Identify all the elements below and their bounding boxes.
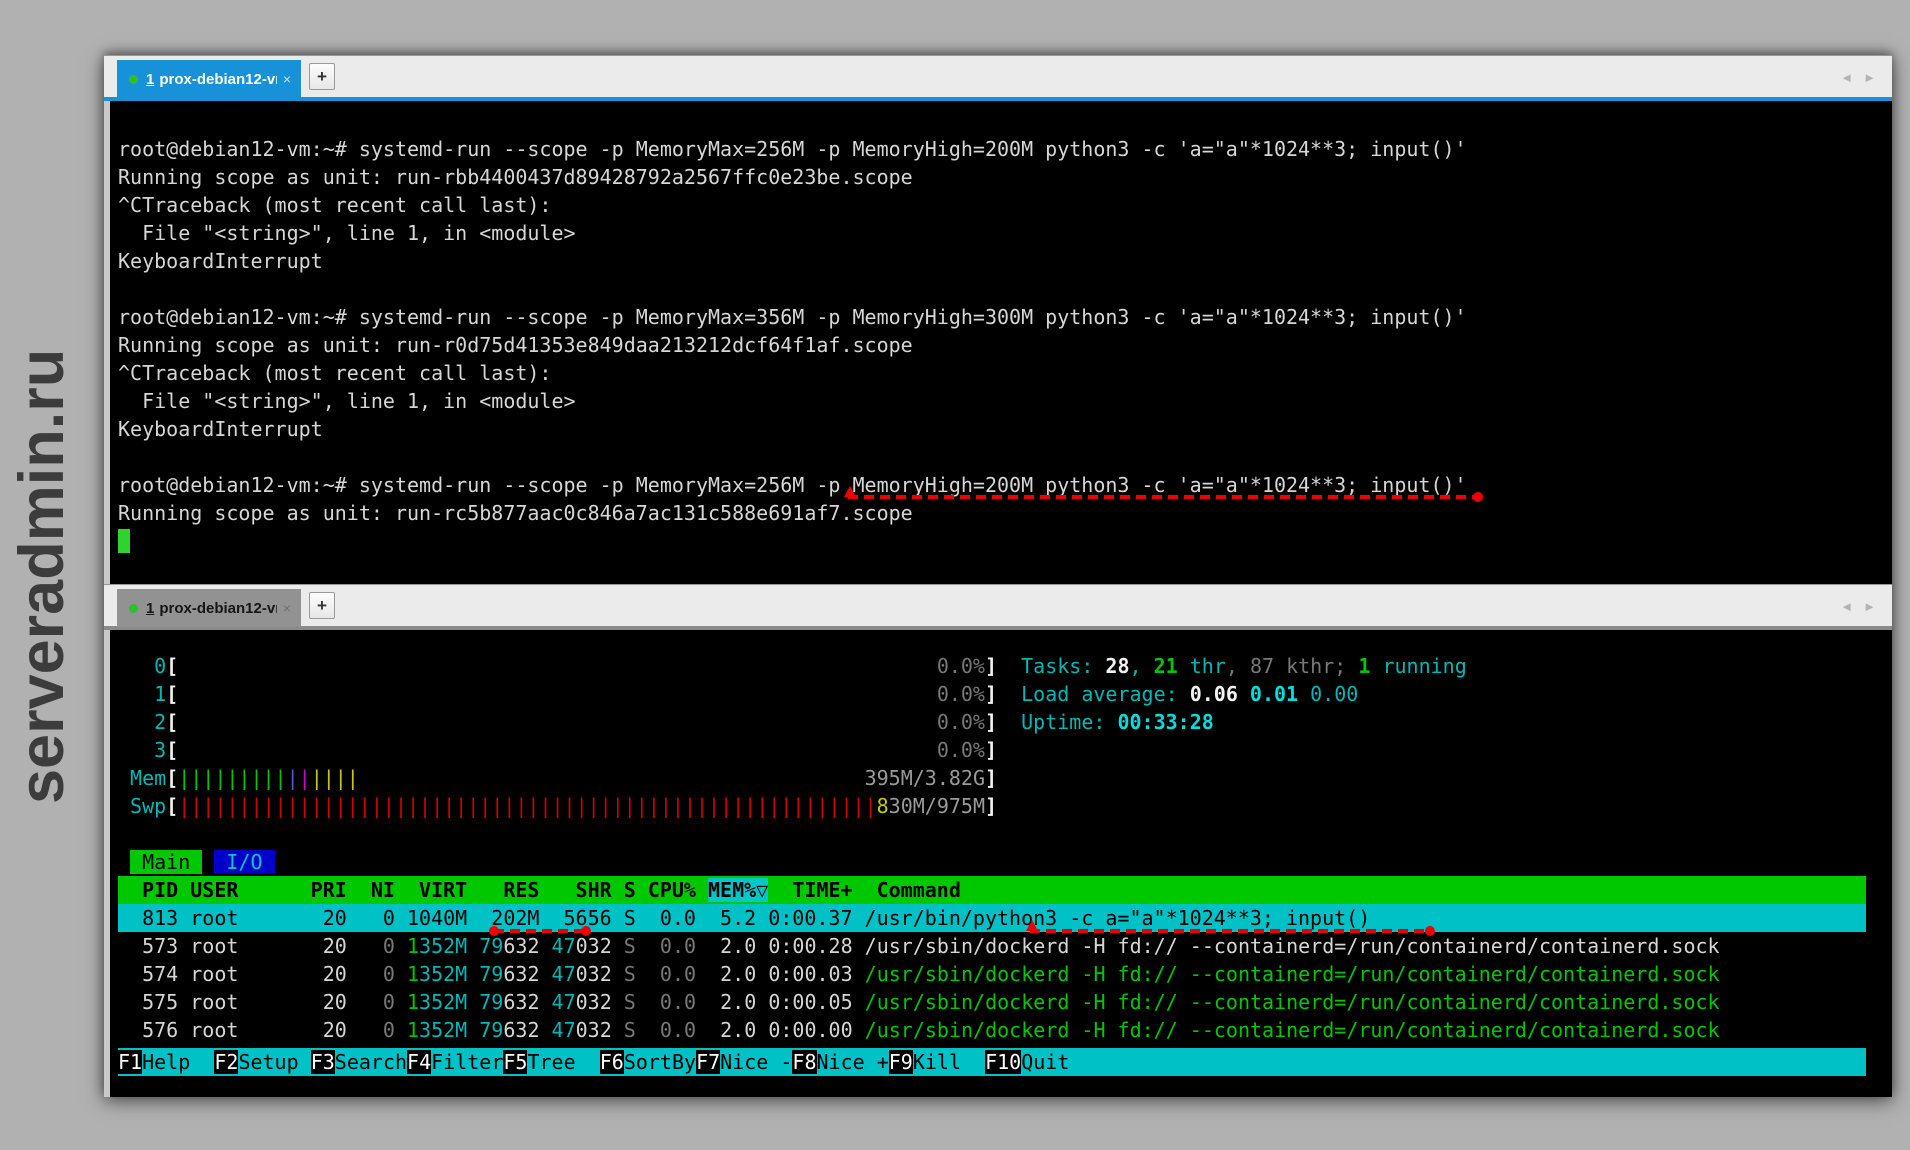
tab-scroll-nav: ◄ ► [1840,585,1876,627]
process-row-813-selected[interactable]: 813 root 20 0 1040M 202M 5656 S 0.0 5.2 … [118,904,1866,932]
tab-scroll-right-icon[interactable]: ► [1863,70,1876,85]
shell-output: KeyboardInterrupt [118,247,1866,275]
terminal-pane-htop[interactable]: 0[ 0.0%] Tasks: 28, 21 thr, 87 kthr; 1 r… [104,630,1892,1097]
tab-scroll-left-icon[interactable]: ◄ [1840,599,1853,614]
annotation-arrow-up-icon [1026,920,1038,931]
process-table-header[interactable]: PID USER PRI NI VIRT RES SHR S CPU% MEM%… [118,876,1866,904]
tab-title: prox-debian12-vm [159,600,276,617]
shell-output: Running scope as unit: run-rc5b877aac0c8… [118,499,1866,527]
function-key-bar[interactable]: F1Help F2Setup F3SearchF4FilterF5Tree F6… [118,1048,1866,1076]
shell-output: File "<string>", line 1, in <module> [118,387,1866,415]
annotation-underline-res-202m [494,929,586,933]
cpu-meter-0: 0[ 0.0%] Tasks: 28, 21 thr, 87 kthr; 1 r… [118,652,1866,680]
annotation-underline-python-args [1030,929,1430,933]
swap-meter: Swp[||||||||||||||||||||||||||||||||||||… [118,792,1866,820]
annotation-endpoint-dot [1425,926,1435,936]
process-row-573[interactable]: 573 root 20 0 1352M 79632 47032 S 0.0 2.… [118,932,1866,960]
process-row-576[interactable]: 576 root 20 0 1352M 79632 47032 S 0.0 2.… [118,1016,1866,1044]
shell-output: File "<string>", line 1, in <module> [118,219,1866,247]
tab-scroll-nav: ◄ ► [1840,56,1876,98]
cpu-meter-3: 3[ 0.0%] [118,736,1866,764]
tab-close-icon[interactable]: × [283,600,291,616]
terminal-line [118,443,1866,471]
memory-meter: Mem[||||||||||||||| 395M/3.82G] [118,764,1866,792]
tab-number: 1 [146,600,154,617]
tab-bar-top: 1 prox-debian12-vm × + ◄ ► [104,55,1892,97]
shell-output: Running scope as unit: run-r0d75d41353e8… [118,331,1866,359]
tab-prox-debian12-vm-top[interactable]: 1 prox-debian12-vm × [117,60,301,98]
htop-screen-tabs[interactable]: Main I/O [118,848,1866,876]
shell-cursor [118,527,1866,555]
terminal-window: 1 prox-debian12-vm × + ◄ ► root@debian12… [104,55,1892,1097]
watermark: serveradmin.ru [6,286,86,866]
annotation-arrow-up-icon [844,486,856,497]
tab-number: 1 [146,71,154,88]
session-status-dot [129,75,138,84]
shell-output: KeyboardInterrupt [118,415,1866,443]
tab-scroll-right-icon[interactable]: ► [1863,599,1876,614]
terminal-pane-shell[interactable]: root@debian12-vm:~# systemd-run --scope … [104,101,1892,584]
tab-scroll-left-icon[interactable]: ◄ [1840,70,1853,85]
shell-command-1: root@debian12-vm:~# systemd-run --scope … [118,135,1866,163]
cpu-meter-2: 2[ 0.0%] Uptime: 00:33:28 [118,708,1866,736]
tab-prox-debian12-vm-bottom[interactable]: 1 prox-debian12-vm × [117,589,301,627]
process-row-575[interactable]: 575 root 20 0 1352M 79632 47032 S 0.0 2.… [118,988,1866,1016]
session-status-dot [129,604,138,613]
annotation-endpoint-dot [581,926,591,936]
annotation-endpoint-dot [489,926,499,936]
annotation-underline-command [848,495,1478,499]
shell-output: Running scope as unit: run-rbb4400437d89… [118,163,1866,191]
terminal-line [118,107,1866,135]
terminal-line [118,275,1866,303]
new-tab-button[interactable]: + [309,592,335,619]
annotation-endpoint-dot [1473,492,1483,502]
tab-title: prox-debian12-vm [159,71,276,88]
tab-close-icon[interactable]: × [283,71,291,87]
tab-bar-bottom: 1 prox-debian12-vm × + ◄ ► [104,584,1892,626]
cpu-meter-1: 1[ 0.0%] Load average: 0.06 0.01 0.00 [118,680,1866,708]
new-tab-button[interactable]: + [309,63,335,90]
process-row-574[interactable]: 574 root 20 0 1352M 79632 47032 S 0.0 2.… [118,960,1866,988]
shell-output: ^CTraceback (most recent call last): [118,191,1866,219]
shell-output: ^CTraceback (most recent call last): [118,359,1866,387]
terminal-line [118,820,1866,848]
shell-command-2: root@debian12-vm:~# systemd-run --scope … [118,303,1866,331]
